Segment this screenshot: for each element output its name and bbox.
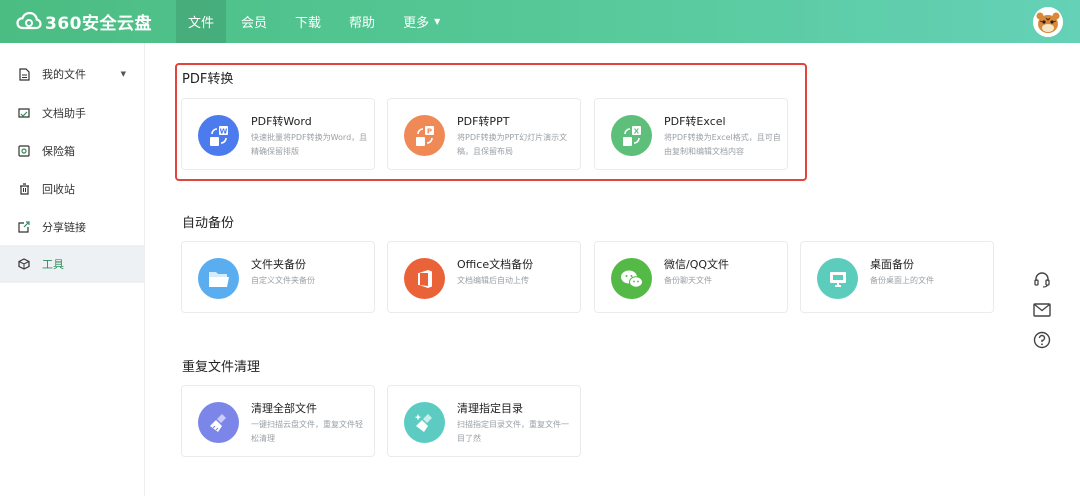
- card-title: 微信/QQ文件: [664, 258, 730, 271]
- office-icon: [404, 258, 445, 299]
- card-pdf-to-word[interactable]: W PDF转Word 快速批量将PDF转换为Word，且精确保留排版: [181, 98, 375, 170]
- card-description: 自定义文件夹备份: [251, 276, 315, 285]
- sidebar-item-label: 工具: [42, 258, 64, 271]
- top-bar: 360安全云盘 文件 会员 下载 帮助 更多 ▼: [0, 0, 1080, 43]
- wechat-icon: [611, 258, 652, 299]
- question-icon: [1033, 331, 1050, 349]
- folder-icon: [198, 258, 239, 299]
- card-title: 清理全部文件: [251, 402, 317, 415]
- card-title: Office文档备份: [457, 258, 534, 271]
- nav-vip[interactable]: 会员: [228, 0, 280, 43]
- message-button[interactable]: [1027, 295, 1056, 325]
- safe-icon: [18, 145, 30, 157]
- customer-service-button[interactable]: [1027, 265, 1056, 295]
- caret-down-icon: ▼: [434, 17, 441, 26]
- file-icon: [18, 67, 30, 81]
- card-title: 文件夹备份: [251, 258, 306, 271]
- card-description: 快速批量将PDF转换为Word，且精确保留排版: [251, 133, 368, 156]
- mail-icon: [1032, 303, 1051, 317]
- sidebar-item-label: 分享链接: [42, 221, 86, 234]
- card-title: 清理指定目录: [457, 402, 523, 415]
- logo-text: 360安全云盘: [45, 13, 152, 34]
- pdf-to-excel-icon: X: [611, 115, 652, 156]
- section-title-pdf: PDF转换: [182, 72, 234, 87]
- card-office-backup[interactable]: Office文档备份 文档编辑后自动上传: [387, 241, 581, 313]
- floating-toolbar: [1027, 265, 1056, 355]
- pdf-to-word-icon: W: [198, 115, 239, 156]
- main-nav: 文件 会员 下载 帮助 更多 ▼: [176, 0, 455, 43]
- card-title: 桌面备份: [870, 258, 914, 271]
- card-description: 将PDF转换为Excel格式，且可自由复制和编辑文档内容: [664, 133, 781, 156]
- help-button[interactable]: [1027, 325, 1056, 355]
- logo[interactable]: 360安全云盘: [16, 9, 152, 34]
- card-description: 一键扫描云盘文件，重复文件轻松清理: [251, 420, 363, 443]
- nav-download-label: 下载: [295, 16, 322, 31]
- card-clean-all[interactable]: 清理全部文件 一键扫描云盘文件，重复文件轻松清理: [181, 385, 375, 457]
- sidebar-item-label: 文档助手: [42, 107, 86, 120]
- section-title-backup: 自动备份: [182, 216, 235, 231]
- sidebar-item-label: 保险箱: [42, 145, 75, 158]
- nav-files-label: 文件: [188, 16, 215, 31]
- sidebar-item-tools[interactable]: 工具: [0, 245, 144, 283]
- sidebar-item-label: 回收站: [42, 183, 75, 196]
- sidebar-item-label: 我的文件: [42, 68, 86, 81]
- card-title: PDF转Excel: [664, 115, 726, 128]
- card-description: 将PDF转换为PPT幻灯片演示文稿，且保留布局: [457, 133, 568, 156]
- card-clean-directory[interactable]: 清理指定目录 扫描指定目录文件，重复文件一目了然: [387, 385, 581, 457]
- card-description: 扫描指定目录文件，重复文件一目了然: [457, 420, 569, 443]
- pdf-to-ppt-icon: P: [404, 115, 445, 156]
- card-folder-backup[interactable]: 文件夹备份 自定义文件夹备份: [181, 241, 375, 313]
- section-title-cleanup: 重复文件清理: [182, 360, 261, 375]
- avatar[interactable]: [1033, 7, 1063, 37]
- sidebar-item-trash[interactable]: 回收站: [0, 170, 144, 208]
- nav-more-label: 更多: [403, 16, 430, 31]
- headset-icon: [1033, 272, 1050, 288]
- tools-icon: [18, 258, 30, 270]
- tiger-avatar-icon: [1033, 7, 1063, 37]
- share-icon: [18, 221, 30, 233]
- sidebar-item-safe[interactable]: 保险箱: [0, 132, 144, 170]
- trash-icon: [18, 183, 30, 195]
- broom-star-icon: [404, 402, 445, 443]
- nav-help[interactable]: 帮助: [336, 0, 388, 43]
- svg-text:P: P: [426, 127, 431, 135]
- svg-text:X: X: [633, 127, 639, 135]
- sidebar: 我的文件 ▼ 文档助手 保险箱 回收站 分享链接 工具: [0, 43, 145, 496]
- card-title: PDF转Word: [251, 115, 312, 128]
- cloud-logo-icon: [16, 11, 42, 30]
- nav-vip-label: 会员: [241, 16, 268, 31]
- card-description: 备份聊天文件: [664, 276, 712, 285]
- card-desktop-backup[interactable]: 桌面备份 备份桌面上的文件: [800, 241, 994, 313]
- sidebar-item-share[interactable]: 分享链接: [0, 208, 144, 246]
- card-pdf-to-excel[interactable]: X PDF转Excel 将PDF转换为Excel格式，且可自由复制和编辑文档内容: [594, 98, 788, 170]
- nav-help-label: 帮助: [349, 16, 376, 31]
- card-description: 备份桌面上的文件: [870, 276, 934, 285]
- card-description: 文档编辑后自动上传: [457, 276, 529, 285]
- desktop-icon: [817, 258, 858, 299]
- card-title: PDF转PPT: [457, 115, 510, 128]
- sidebar-item-my-files[interactable]: 我的文件 ▼: [0, 55, 144, 93]
- nav-download[interactable]: 下载: [282, 0, 334, 43]
- chevron-down-icon[interactable]: ▼: [121, 70, 126, 78]
- card-pdf-to-ppt[interactable]: P PDF转PPT 将PDF转换为PPT幻灯片演示文稿，且保留布局: [387, 98, 581, 170]
- nav-files[interactable]: 文件: [176, 0, 227, 43]
- sidebar-item-doc-assistant[interactable]: 文档助手: [0, 94, 144, 132]
- nav-more[interactable]: 更多 ▼: [390, 0, 453, 43]
- card-wechat-qq[interactable]: 微信/QQ文件 备份聊天文件: [594, 241, 788, 313]
- broom-icon: [198, 402, 239, 443]
- svg-text:W: W: [219, 127, 227, 135]
- document-assistant-icon: [18, 107, 30, 119]
